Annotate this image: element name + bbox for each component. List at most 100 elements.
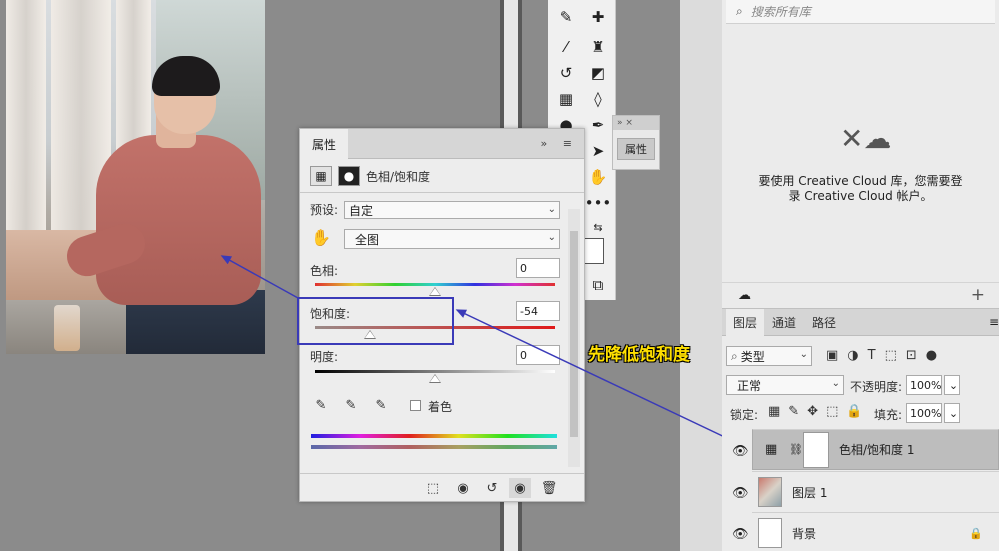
- layer-name: 背景: [792, 526, 817, 541]
- adjustment-type-row: ▦ ● 色相/饱和度: [310, 165, 430, 187]
- mini-props-controls[interactable]: » ×: [617, 118, 633, 128]
- layer-name: 图层 1: [792, 485, 828, 500]
- view-previous-icon[interactable]: ◉: [452, 478, 474, 498]
- tab-properties[interactable]: 属性: [300, 129, 348, 159]
- blend-mode-select[interactable]: 正常 ⌄: [726, 375, 844, 395]
- panel-menu-icon[interactable]: ≡: [989, 315, 999, 329]
- tab-channels[interactable]: 通道: [764, 309, 804, 336]
- properties-button[interactable]: 属性: [617, 138, 655, 160]
- layer-mask-thumbnail[interactable]: [803, 431, 829, 468]
- history-brush-icon[interactable]: ↺: [554, 62, 578, 84]
- swap-colors-icon[interactable]: ⇆: [586, 216, 610, 238]
- panel-dock-gap: [680, 0, 722, 551]
- colorize-checkbox[interactable]: [410, 400, 421, 411]
- lightness-slider-thumb[interactable]: [429, 374, 441, 383]
- libraries-panel: ⌕ 搜索所有库 ✕☁ 要使用 Creative Cloud 库，您需要登 录 C…: [722, 0, 999, 308]
- lock-icons[interactable]: ▦✎✥⬚🔒: [768, 404, 871, 419]
- more-icon[interactable]: •••: [585, 192, 612, 214]
- eraser-icon[interactable]: ◩: [586, 62, 610, 84]
- layers-panel: 图层 通道 路径 ≡ ⌕ 类型 ⌄ ▣◑T⬚⊡● 正常 ⌄ 不透明度: 100% ⌄ …: [722, 308, 999, 551]
- pen-icon[interactable]: ✒: [586, 114, 610, 136]
- blur-icon[interactable]: ◊: [586, 88, 610, 110]
- targeted-adjustment-hand-icon[interactable]: ✋: [310, 227, 332, 247]
- eyedropper-icon[interactable]: ✎: [554, 6, 578, 28]
- link-icon[interactable]: ⛓: [789, 443, 803, 456]
- chevron-down-icon: ⌄: [547, 204, 556, 215]
- colorize-label: 着色: [428, 400, 453, 414]
- chevron-down-icon: ⌄: [948, 406, 959, 420]
- mask-icon[interactable]: ●: [338, 166, 360, 186]
- collapsed-properties-panel: » × 属性: [612, 115, 660, 170]
- saturation-highlight-box: [297, 297, 454, 345]
- properties-header: 属性 » ≡: [300, 129, 584, 159]
- saturation-input[interactable]: -54: [516, 301, 560, 321]
- tab-paths[interactable]: 路径: [804, 309, 844, 336]
- eye-icon[interactable]: 👁: [732, 527, 749, 542]
- clip-to-layer-icon[interactable]: ⬚: [422, 478, 444, 498]
- opacity-value: 100%: [910, 378, 942, 392]
- background-color-swatch[interactable]: [584, 238, 604, 264]
- saturation-value: -54: [520, 304, 538, 318]
- panel-menu-icon[interactable]: » ≡: [541, 137, 578, 150]
- reset-icon[interactable]: ↺: [481, 478, 503, 498]
- search-placeholder: 搜索所有库: [750, 5, 811, 19]
- lightness-slider-track[interactable]: [315, 370, 555, 373]
- layer-row[interactable]: ▦ ⛓ 色相/饱和度 1: [752, 429, 999, 470]
- healing-brush-icon[interactable]: ✚: [586, 6, 610, 28]
- fill-value: 100%: [910, 406, 942, 420]
- eyedropper-minus-icon[interactable]: ✎: [370, 395, 392, 415]
- fill-input[interactable]: 100%: [906, 403, 942, 423]
- preset-value: 自定: [349, 203, 374, 218]
- hue-input[interactable]: 0: [516, 258, 560, 278]
- fill-dropdown[interactable]: ⌄: [944, 403, 960, 423]
- preset-label: 预设:: [310, 203, 339, 217]
- range-value: 全图: [355, 232, 380, 247]
- lock-icon: 🔒: [969, 526, 983, 540]
- hand-icon[interactable]: ✋: [586, 166, 610, 188]
- hue-sat-adjustment-icon[interactable]: ▦: [310, 166, 332, 186]
- trash-icon[interactable]: 🗑: [538, 478, 560, 498]
- eye-icon[interactable]: 👁: [732, 444, 749, 459]
- annotation-text: 先降低饱和度: [588, 345, 690, 365]
- brush-icon[interactable]: ⁄: [554, 36, 578, 58]
- library-message-line2: 录 Creative Cloud 帐户。: [788, 189, 933, 203]
- lightness-input[interactable]: 0: [516, 345, 560, 365]
- tab-layers[interactable]: 图层: [726, 309, 764, 336]
- lightness-value: 0: [520, 348, 527, 362]
- add-icon[interactable]: +: [971, 285, 985, 305]
- cloud-sync-icon[interactable]: ☁: [738, 288, 751, 303]
- screen-mode-icon[interactable]: ⧉: [586, 274, 610, 296]
- hue-value: 0: [520, 261, 527, 275]
- visibility-icon[interactable]: ◉: [509, 478, 531, 498]
- eye-icon[interactable]: 👁: [732, 486, 749, 501]
- path-select-icon[interactable]: ➤: [586, 140, 610, 162]
- chevron-down-icon: ⌄: [799, 349, 808, 360]
- opacity-dropdown[interactable]: ⌄: [944, 375, 960, 395]
- eyedropper-plus-icon[interactable]: ✎: [340, 395, 362, 415]
- layer-filter-select[interactable]: ⌕ 类型 ⌄: [726, 346, 812, 366]
- stamp-icon[interactable]: ♜: [586, 36, 610, 58]
- range-select[interactable]: 全图 ⌄: [344, 229, 560, 249]
- preset-select[interactable]: 自定 ⌄: [344, 201, 560, 219]
- gradient-icon[interactable]: ▦: [554, 88, 578, 110]
- eyedropper-icon[interactable]: ✎: [310, 395, 332, 415]
- layer-filter-icons[interactable]: ▣◑T⬚⊡●: [826, 348, 946, 363]
- tab-properties-label: 属性: [311, 137, 336, 152]
- properties-scrollbar[interactable]: [568, 209, 580, 467]
- opacity-label: 不透明度:: [850, 380, 903, 394]
- layer-row[interactable]: 图层 1: [752, 471, 999, 512]
- layer-row[interactable]: 背景 🔒: [752, 512, 999, 551]
- filter-value: 类型: [740, 349, 765, 364]
- canvas-photo[interactable]: [6, 0, 265, 354]
- hue-label: 色相:: [310, 264, 339, 278]
- adjustment-type-label: 色相/饱和度: [366, 169, 431, 184]
- library-bottom-bar: ☁ +: [722, 282, 999, 308]
- library-search-input[interactable]: ⌕ 搜索所有库: [726, 0, 995, 24]
- fill-label: 填充:: [874, 408, 903, 422]
- mini-props-bar[interactable]: » ×: [613, 116, 659, 130]
- hue-slider-track[interactable]: [315, 283, 555, 286]
- hue-slider-thumb[interactable]: [429, 287, 441, 296]
- layers-tabs: 图层 通道 路径 ≡: [722, 309, 999, 336]
- opacity-input[interactable]: 100%: [906, 375, 942, 395]
- search-icon: ⌕: [736, 4, 743, 18]
